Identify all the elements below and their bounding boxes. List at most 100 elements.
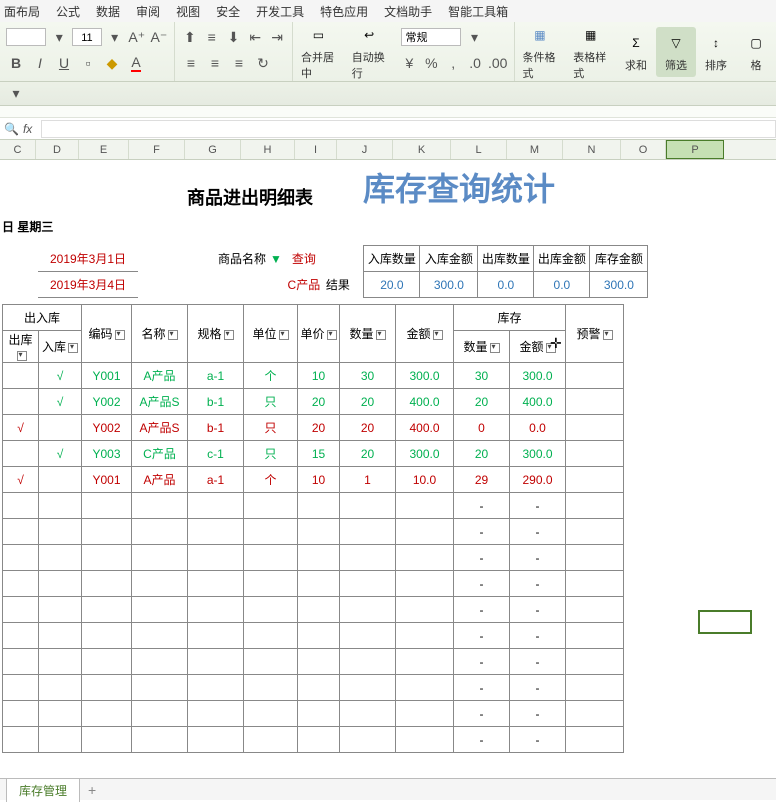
column-header[interactable]: D bbox=[36, 140, 79, 159]
table-cell[interactable] bbox=[3, 701, 39, 727]
table-row[interactable]: √Y001A产品a-1个10110.029290.0 bbox=[3, 467, 624, 493]
table-cell[interactable]: a-1 bbox=[188, 363, 244, 389]
table-row[interactable]: √Y002A产品Sb-1只2020400.000.0 bbox=[3, 415, 624, 441]
table-cell[interactable] bbox=[39, 597, 82, 623]
table-row[interactable]: √Y001A产品a-1个1030300.030300.0 bbox=[3, 363, 624, 389]
table-cell[interactable] bbox=[3, 519, 39, 545]
table-cell[interactable] bbox=[3, 597, 39, 623]
table-cell[interactable]: - bbox=[454, 649, 510, 675]
table-cell[interactable]: c-1 bbox=[188, 441, 244, 467]
table-cell[interactable] bbox=[566, 389, 624, 415]
table-row[interactable]: -- bbox=[3, 597, 624, 623]
table-cell[interactable] bbox=[132, 727, 188, 753]
table-cell[interactable]: √ bbox=[3, 467, 39, 493]
table-cell[interactable] bbox=[244, 545, 298, 571]
table-cell[interactable] bbox=[566, 545, 624, 571]
table-cell[interactable]: 个 bbox=[244, 467, 298, 493]
hdr-stock-qty[interactable]: 数量 bbox=[454, 331, 510, 363]
table-cell[interactable] bbox=[3, 493, 39, 519]
table-cell[interactable] bbox=[132, 519, 188, 545]
hdr-in[interactable]: 入库 bbox=[39, 331, 82, 363]
chevron-down-icon[interactable]: ▾ bbox=[50, 27, 68, 47]
table-cell[interactable] bbox=[82, 623, 132, 649]
table-cell[interactable]: - bbox=[510, 545, 566, 571]
table-cell[interactable]: 10 bbox=[298, 467, 340, 493]
table-cell[interactable]: - bbox=[510, 649, 566, 675]
table-cell[interactable]: - bbox=[510, 727, 566, 753]
table-cell[interactable] bbox=[566, 701, 624, 727]
table-cell[interactable] bbox=[298, 649, 340, 675]
table-cell[interactable]: 400.0 bbox=[396, 415, 454, 441]
font-name-selector[interactable] bbox=[6, 28, 46, 46]
table-cell[interactable] bbox=[340, 493, 396, 519]
hdr-name[interactable]: 名称 bbox=[132, 305, 188, 363]
table-cell[interactable]: - bbox=[510, 675, 566, 701]
table-cell[interactable]: Y002 bbox=[82, 389, 132, 415]
column-header[interactable]: P bbox=[666, 140, 724, 159]
table-row[interactable]: -- bbox=[3, 675, 624, 701]
table-row[interactable]: -- bbox=[3, 571, 624, 597]
font-size-selector[interactable]: 11 bbox=[72, 28, 101, 46]
table-cell[interactable]: 20 bbox=[454, 389, 510, 415]
table-cell[interactable]: 20 bbox=[340, 415, 396, 441]
table-cell[interactable] bbox=[3, 363, 39, 389]
table-cell[interactable] bbox=[566, 597, 624, 623]
filter-icon[interactable] bbox=[279, 330, 289, 340]
hdr-spec[interactable]: 规格 bbox=[188, 305, 244, 363]
align-left-icon[interactable]: ≡ bbox=[181, 53, 201, 73]
table-cell[interactable] bbox=[132, 571, 188, 597]
table-row[interactable]: -- bbox=[3, 701, 624, 727]
table-cell[interactable]: 30 bbox=[340, 363, 396, 389]
column-header[interactable]: K bbox=[393, 140, 451, 159]
date-to[interactable]: 2019年3月4日 bbox=[38, 272, 138, 298]
selected-cell[interactable] bbox=[698, 610, 752, 634]
table-cell[interactable]: 只 bbox=[244, 415, 298, 441]
table-cell[interactable]: 10.0 bbox=[396, 467, 454, 493]
table-cell[interactable] bbox=[82, 675, 132, 701]
table-cell[interactable] bbox=[82, 519, 132, 545]
column-header[interactable]: F bbox=[129, 140, 185, 159]
sheet-tab-active[interactable]: 库存管理 bbox=[6, 778, 80, 802]
table-row[interactable]: -- bbox=[3, 649, 624, 675]
table-cell[interactable] bbox=[188, 545, 244, 571]
filter-icon[interactable] bbox=[327, 330, 337, 340]
filter-button[interactable]: ▽ 筛选 bbox=[656, 27, 696, 77]
table-cell[interactable] bbox=[396, 701, 454, 727]
table-cell[interactable]: 300.0 bbox=[396, 441, 454, 467]
table-cell[interactable]: A产品 bbox=[132, 363, 188, 389]
table-cell[interactable] bbox=[396, 649, 454, 675]
table-cell[interactable] bbox=[298, 597, 340, 623]
table-cell[interactable] bbox=[188, 701, 244, 727]
table-cell[interactable] bbox=[39, 701, 82, 727]
table-cell[interactable]: A产品S bbox=[132, 389, 188, 415]
table-cell[interactable]: 20 bbox=[298, 415, 340, 441]
table-cell[interactable]: 300.0 bbox=[510, 363, 566, 389]
number-format-selector[interactable]: 常规 bbox=[401, 28, 461, 46]
table-cell[interactable]: Y001 bbox=[82, 363, 132, 389]
table-cell[interactable] bbox=[82, 493, 132, 519]
table-cell[interactable] bbox=[244, 701, 298, 727]
table-cell[interactable] bbox=[340, 545, 396, 571]
table-cell[interactable] bbox=[39, 415, 82, 441]
filter-icon[interactable] bbox=[168, 330, 178, 340]
table-cell[interactable] bbox=[132, 623, 188, 649]
table-cell[interactable] bbox=[188, 519, 244, 545]
table-cell[interactable]: 290.0 bbox=[510, 467, 566, 493]
table-cell[interactable] bbox=[3, 727, 39, 753]
orientation-icon[interactable]: ↻ bbox=[253, 53, 273, 73]
table-cell[interactable] bbox=[39, 467, 82, 493]
table-cell[interactable] bbox=[566, 623, 624, 649]
table-cell[interactable] bbox=[396, 597, 454, 623]
table-cell[interactable]: 0 bbox=[454, 415, 510, 441]
table-cell[interactable] bbox=[82, 571, 132, 597]
table-cell[interactable] bbox=[566, 571, 624, 597]
table-row[interactable]: -- bbox=[3, 727, 624, 753]
table-cell[interactable] bbox=[3, 675, 39, 701]
table-cell[interactable] bbox=[396, 545, 454, 571]
table-cell[interactable] bbox=[566, 415, 624, 441]
table-cell[interactable] bbox=[566, 493, 624, 519]
table-cell[interactable]: Y001 bbox=[82, 467, 132, 493]
table-cell[interactable] bbox=[188, 727, 244, 753]
table-cell[interactable]: 30 bbox=[454, 363, 510, 389]
table-cell[interactable] bbox=[298, 727, 340, 753]
